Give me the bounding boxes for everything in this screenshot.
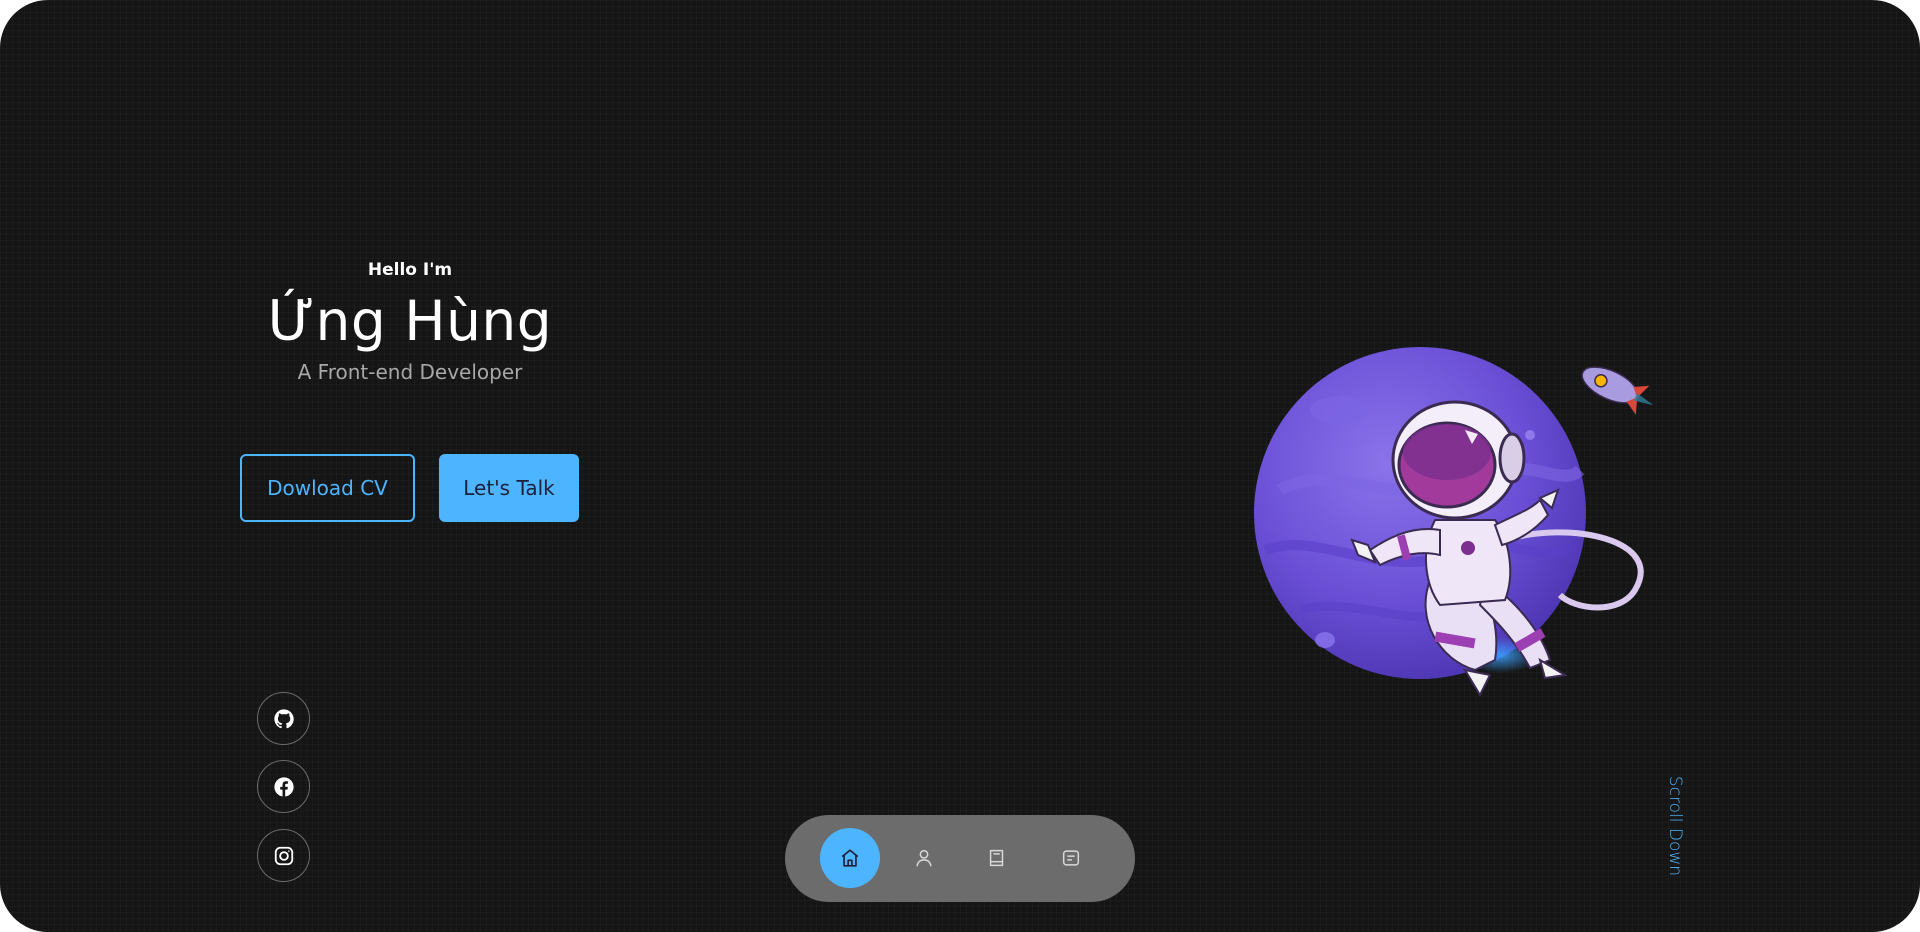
rocket — [1581, 366, 1654, 415]
hero-section: Hello I'm Ứng Hùng A Front-end Developer — [240, 255, 580, 387]
download-cv-button[interactable]: Dowload CV — [240, 454, 415, 522]
page-frame: Hello I'm Ứng Hùng A Front-end Developer… — [0, 0, 1920, 932]
github-icon — [273, 708, 294, 728]
facebook-link[interactable] — [257, 760, 310, 813]
lets-talk-button[interactable]: Let's Talk — [439, 454, 579, 522]
bottom-nav — [785, 815, 1135, 902]
instagram-link[interactable] — [257, 829, 310, 882]
home-icon — [841, 849, 859, 867]
instagram-icon — [274, 846, 293, 865]
astronaut-illustration — [1254, 347, 1654, 698]
book-icon — [989, 849, 1004, 867]
hero-greeting: Hello I'm — [367, 260, 453, 280]
scroll-down-link[interactable]: Scroll Down — [1660, 775, 1690, 877]
github-link[interactable] — [257, 692, 310, 745]
user-icon — [916, 849, 932, 867]
facebook-icon — [273, 776, 294, 797]
hero-role: A Front-end Developer — [297, 360, 523, 384]
hero-name: Ứng Hùng — [267, 289, 553, 353]
nav-home[interactable] — [820, 828, 880, 888]
scroll-down-label: Scroll Down — [1665, 775, 1685, 877]
nav-contact[interactable] — [1041, 828, 1101, 888]
nav-experience[interactable] — [967, 828, 1027, 888]
nav-about[interactable] — [894, 828, 954, 888]
message-icon — [1062, 850, 1080, 866]
